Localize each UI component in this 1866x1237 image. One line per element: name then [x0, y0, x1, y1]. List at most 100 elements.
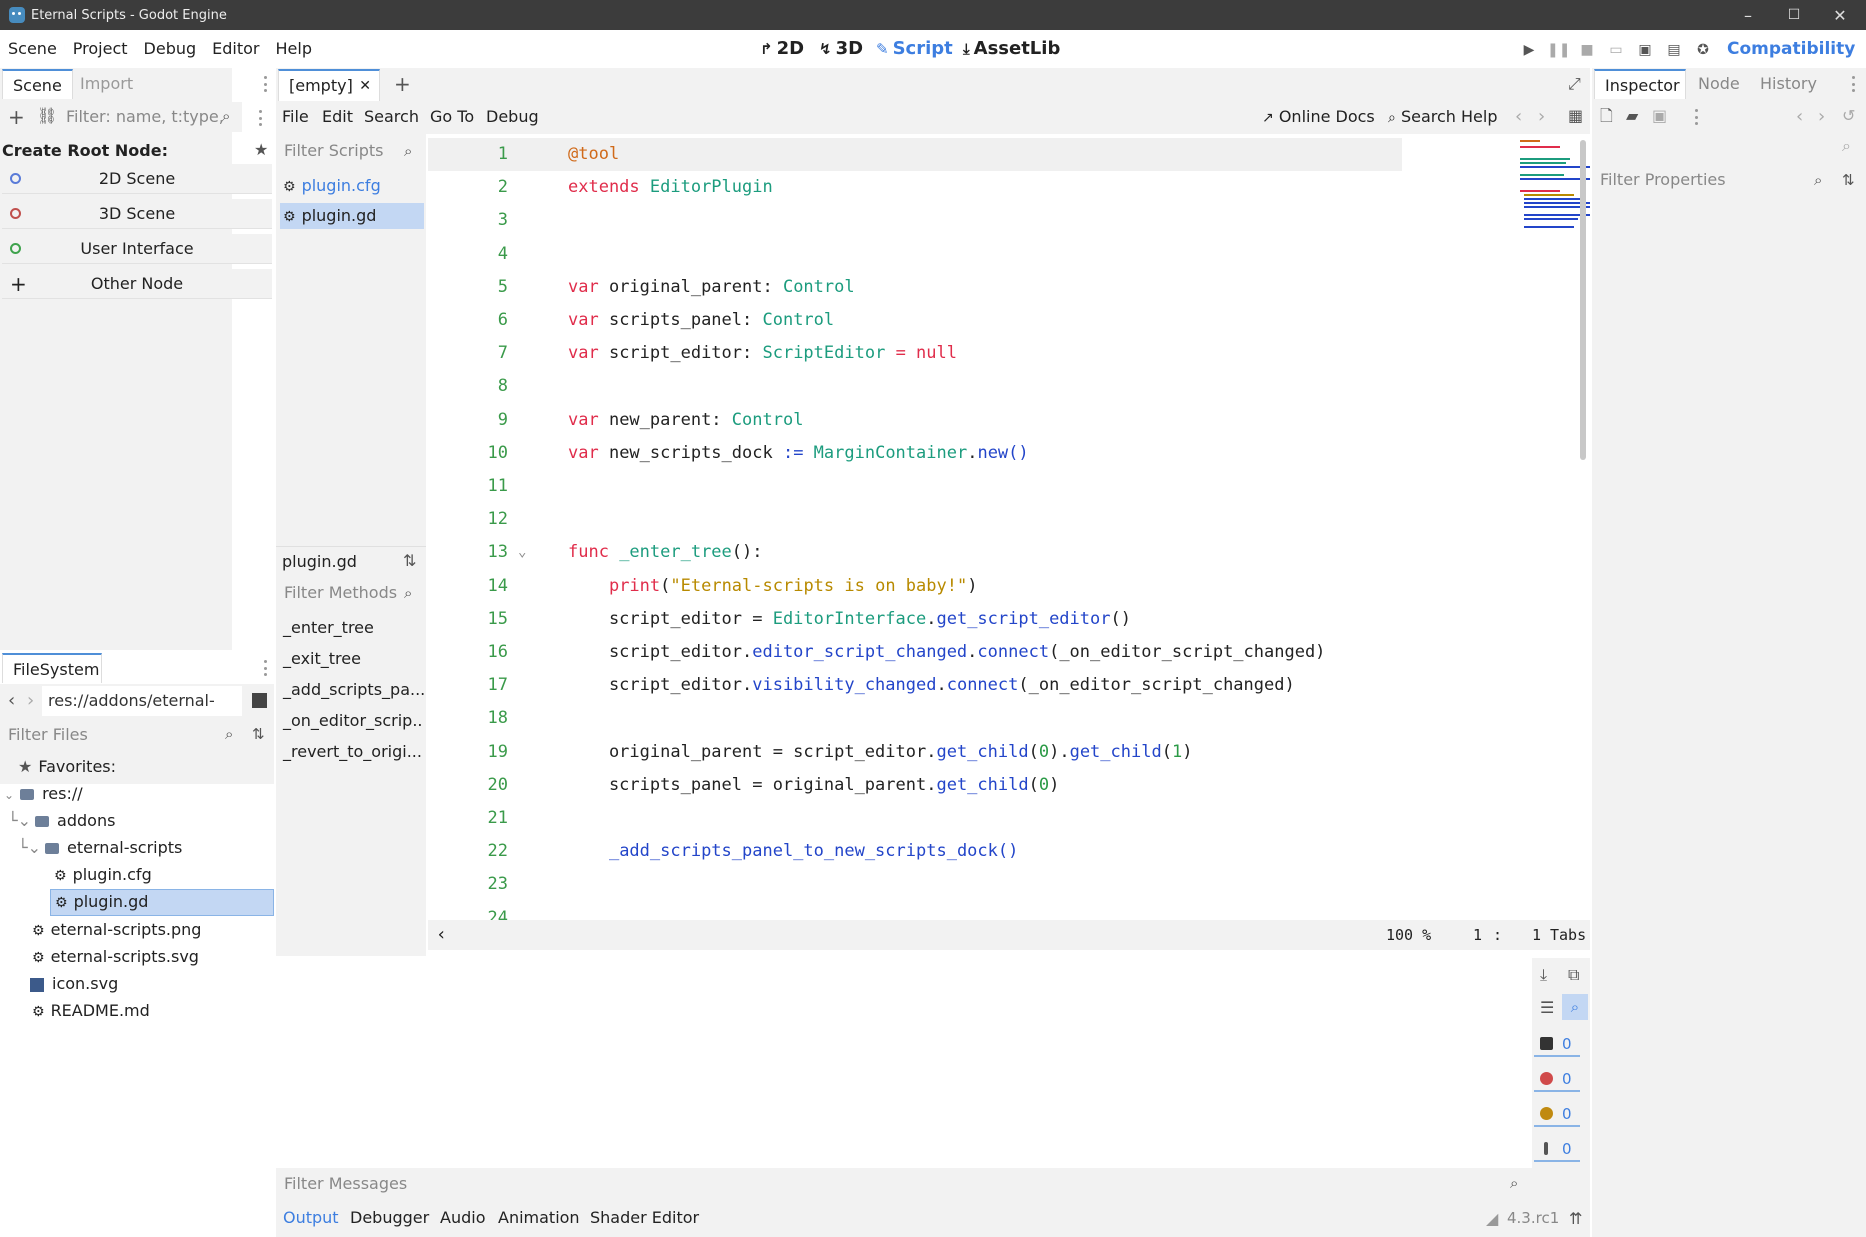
- code-line[interactable]: 2 extends EditorPlugin: [428, 171, 1402, 204]
- search-toggle-icon[interactable]: ⌕: [1562, 994, 1588, 1020]
- filter-messages-toggle[interactable]: 0: [1534, 1031, 1580, 1057]
- fold-arrow-icon[interactable]: ⌄: [518, 536, 526, 569]
- tab-shader-editor[interactable]: Shader Editor: [590, 1206, 699, 1230]
- method-list-item[interactable]: _enter_tree: [280, 615, 424, 641]
- history-back-icon[interactable]: ‹: [1796, 108, 1803, 126]
- property-sort-icon[interactable]: ⇅: [1842, 173, 1855, 188]
- main-screen-2d-button[interactable]: ↱ 2D: [760, 30, 804, 68]
- code-line[interactable]: 8: [428, 370, 1402, 403]
- code-scrollbar[interactable]: [1580, 140, 1586, 460]
- code-line[interactable]: 19 original_parent = script_editor.get_c…: [428, 736, 1402, 769]
- maximize-button[interactable]: ☐: [1771, 0, 1817, 30]
- tab-debugger[interactable]: Debugger: [350, 1206, 429, 1230]
- code-line[interactable]: 11: [428, 470, 1402, 503]
- tree-plugin-gd[interactable]: ⚙ plugin.gd: [50, 889, 274, 916]
- script-list-item-plugin-cfg[interactable]: ⚙ plugin.cfg: [280, 173, 424, 199]
- tree-res-root[interactable]: ⌄ res://: [4, 782, 83, 806]
- play-custom-scene-icon[interactable]: ▤: [1663, 40, 1685, 60]
- main-screen-3d-button[interactable]: ↯ 3D: [819, 30, 863, 68]
- tab-history[interactable]: History: [1750, 69, 1827, 99]
- script-list-item-plugin-gd[interactable]: ⚙ plugin.gd: [280, 203, 424, 229]
- add-scene-tab-icon[interactable]: +: [394, 74, 411, 94]
- play-icon[interactable]: ▶: [1518, 40, 1540, 60]
- scene-filter-menu-icon[interactable]: [257, 110, 263, 126]
- tab-scene[interactable]: Scene: [2, 69, 73, 99]
- tab-audio[interactable]: Audio: [440, 1206, 485, 1230]
- code-line[interactable]: 10 var new_scripts_dock := MarginContaine…: [428, 437, 1402, 470]
- tree-eternal-scripts[interactable]: └⌄ eternal-scripts: [18, 836, 182, 860]
- code-line[interactable]: 23: [428, 868, 1402, 901]
- filter-messages-input[interactable]: Filter Messages: [278, 1169, 1518, 1199]
- collapse-icon[interactable]: ☰: [1540, 1000, 1554, 1016]
- open-folder-icon[interactable]: ▰: [1626, 108, 1638, 124]
- filter-errors-toggle[interactable]: 0: [1534, 1066, 1580, 1092]
- tree-eternal-scripts-svg[interactable]: ⚙ eternal-scripts.svg: [32, 945, 199, 969]
- toggle-split-icon[interactable]: [252, 693, 267, 708]
- online-docs-button[interactable]: ↗ Online Docs: [1262, 104, 1375, 130]
- menu-project[interactable]: Project: [65, 30, 136, 68]
- tab-import[interactable]: Import: [70, 69, 143, 99]
- pause-icon[interactable]: ❚❚: [1547, 40, 1570, 60]
- root-3d-scene-button[interactable]: 3D Scene: [2, 199, 272, 229]
- object-search-icon[interactable]: ⌕: [1842, 138, 1851, 154]
- code-line[interactable]: 5 var original_parent: Control: [428, 271, 1402, 304]
- zoom-level[interactable]: 100 %: [1386, 920, 1431, 950]
- root-other-node-button[interactable]: + Other Node: [2, 269, 272, 299]
- close-tab-icon[interactable]: ✕: [359, 71, 371, 101]
- forward-icon[interactable]: ›: [27, 692, 34, 710]
- code-editor[interactable]: 1 @tool 2 extends EditorPlugin 3 4 5 var origin…: [428, 138, 1590, 944]
- menu-debug[interactable]: Debug: [136, 30, 205, 68]
- filter-warnings-toggle[interactable]: 0: [1534, 1101, 1580, 1127]
- sort-methods-icon[interactable]: ⇅: [403, 553, 416, 569]
- menu-editor[interactable]: Editor: [204, 30, 267, 68]
- inspector-menu-icon[interactable]: [1850, 76, 1856, 92]
- method-list-item[interactable]: _add_scripts_pa...: [280, 677, 424, 703]
- sort-icon[interactable]: ⇅: [252, 727, 265, 742]
- play-scene-icon[interactable]: ▣: [1634, 40, 1656, 60]
- favorite-star-icon[interactable]: ★: [254, 142, 268, 158]
- movie-maker-icon[interactable]: ✪: [1692, 40, 1714, 60]
- history-forward-icon[interactable]: ›: [1818, 108, 1825, 126]
- script-menu-file[interactable]: File: [282, 104, 309, 130]
- filesystem-filter-input[interactable]: Filter Files: [2, 720, 242, 750]
- tab-inspector[interactable]: Inspector: [1594, 69, 1686, 99]
- main-screen-assetlib-button[interactable]: ⤓ AssetLib: [963, 30, 1060, 68]
- root-user-interface-button[interactable]: User Interface: [2, 234, 272, 264]
- tree-addons[interactable]: └⌄ addons: [8, 809, 115, 833]
- script-menu-edit[interactable]: Edit: [322, 104, 353, 130]
- tree-icon-svg[interactable]: icon.svg: [30, 972, 118, 996]
- code-line[interactable]: 22 _add_scripts_panel_to_new_scripts_doc…: [428, 835, 1402, 868]
- remote-debug-icon[interactable]: ▭: [1605, 40, 1627, 60]
- filesystem-path-input[interactable]: res://addons/eternal-scri: [42, 686, 242, 740]
- tab-filesystem[interactable]: FileSystem: [2, 653, 102, 683]
- tab-animation[interactable]: Animation: [498, 1206, 580, 1230]
- filter-methods-input[interactable]: Filter Methods: [278, 578, 424, 608]
- code-line[interactable]: 15 script_editor = EditorInterface.get_s…: [428, 603, 1402, 636]
- toggle-scripts-panel-icon[interactable]: ‹: [436, 920, 447, 950]
- search-help-button[interactable]: ⌕ Search Help: [1388, 104, 1497, 130]
- code-line[interactable]: 18: [428, 702, 1402, 735]
- tree-plugin-cfg[interactable]: ⚙ plugin.cfg: [54, 863, 152, 887]
- code-line[interactable]: 12: [428, 503, 1402, 536]
- back-icon[interactable]: ‹: [8, 692, 15, 710]
- filesystem-menu-icon[interactable]: [262, 660, 268, 676]
- fullscreen-icon[interactable]: ⤢: [1568, 76, 1581, 92]
- code-line[interactable]: 17 script_editor.visibility_changed.conn…: [428, 669, 1402, 702]
- tab-empty-scene[interactable]: [empty] ✕: [278, 69, 380, 101]
- code-line[interactable]: 3: [428, 204, 1402, 237]
- save-icon[interactable]: ▣: [1652, 108, 1667, 124]
- clear-output-icon[interactable]: ⤓: [1540, 967, 1547, 983]
- add-node-icon[interactable]: +: [8, 107, 25, 127]
- stop-icon[interactable]: ■: [1576, 40, 1598, 60]
- main-screen-script-button[interactable]: ✎ Script: [876, 30, 953, 68]
- code-line[interactable]: 20 scripts_panel = original_parent.get_c…: [428, 769, 1402, 802]
- menu-help[interactable]: Help: [268, 30, 320, 68]
- method-list-item[interactable]: _exit_tree: [280, 646, 424, 672]
- filter-scripts-input[interactable]: Filter Scripts: [278, 136, 424, 166]
- inspector-extra-menu-icon[interactable]: [1693, 109, 1699, 125]
- script-menu-goto[interactable]: Go To: [430, 104, 474, 130]
- copy-output-icon[interactable]: ⧉: [1568, 967, 1579, 983]
- expand-bottom-panel-icon[interactable]: ⇈: [1569, 1211, 1582, 1227]
- menu-scene[interactable]: Scene: [0, 30, 65, 68]
- tab-output[interactable]: Output: [283, 1206, 339, 1230]
